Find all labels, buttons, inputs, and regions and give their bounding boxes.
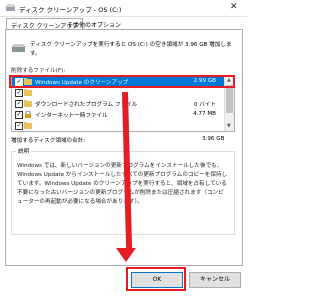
folder-icon: [24, 122, 32, 129]
checkbox[interactable]: ✓: [15, 111, 23, 119]
checkbox[interactable]: ✓: [15, 100, 23, 108]
files-to-delete-label: 削除するファイル(F):: [11, 68, 66, 74]
total-space-value: 3.96 GB: [202, 136, 225, 142]
disk-cleanup-icon: [6, 4, 15, 11]
scroll-down-icon[interactable]: ▼: [227, 123, 231, 129]
folder-icon: [24, 100, 32, 107]
tab-more-options[interactable]: その他のオプション: [67, 20, 121, 29]
scroll-thumb[interactable]: [226, 85, 233, 113]
arrow-down-icon: [116, 248, 136, 262]
intro-text: ディスク クリーンアップを実行すると OS (C:) の空き領域が 3.96 G…: [30, 42, 232, 57]
description-text: Windows では、新しいバージョンの更新プログラムをインストールした後でも、…: [17, 163, 228, 205]
total-space-label: 増加するディスク領域の合計:: [11, 138, 86, 144]
highlight-box: [9, 75, 235, 88]
file-name: インターネット一時ファイル: [35, 113, 108, 119]
close-icon[interactable]: ✕: [230, 2, 238, 12]
lock-icon: [25, 111, 31, 118]
tab-bar: ディスク クリーンアップ その他のオプション: [0, 17, 247, 32]
file-size: 0 バイト: [193, 102, 216, 108]
checkbox[interactable]: ✓: [15, 122, 23, 130]
window-title: ディスク クリーンアップ - OS (C:): [19, 6, 122, 14]
folder-icon: [24, 89, 32, 96]
checkbox[interactable]: ✓: [15, 89, 23, 97]
description-legend: 説明: [16, 147, 32, 155]
cancel-button[interactable]: キャンセル: [189, 272, 241, 288]
file-size: 4.77 MB: [193, 111, 216, 117]
highlight-box: [126, 267, 186, 291]
drive-icon: [12, 44, 25, 52]
